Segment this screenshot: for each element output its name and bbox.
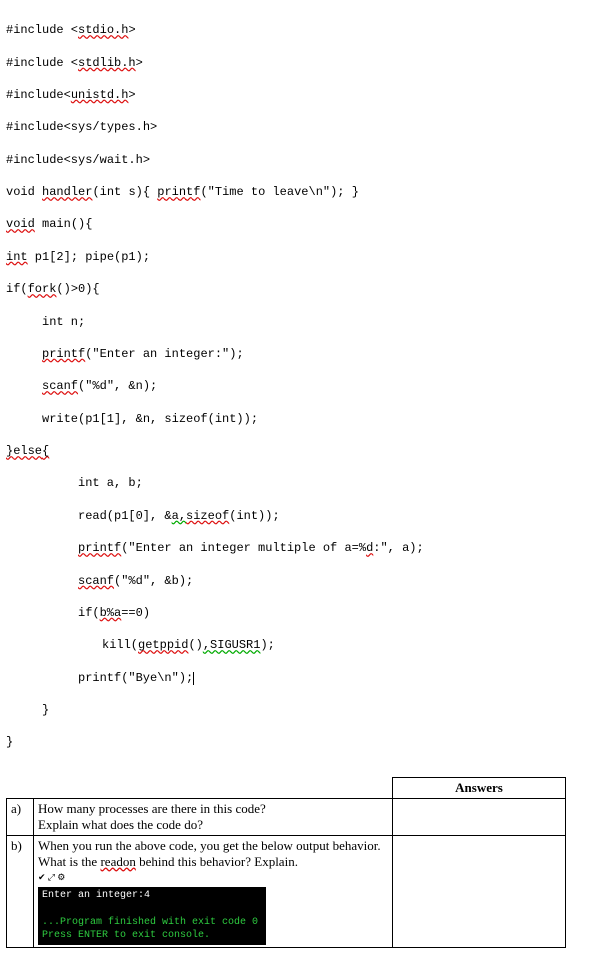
tok: d	[366, 541, 373, 555]
code-line: #include<sys/wait.h>	[6, 152, 590, 168]
code-line: void main(){	[6, 216, 590, 232]
tok: int a, b;	[6, 475, 143, 491]
tok: ("%d", &n);	[78, 379, 157, 393]
code-line: printf("Enter an integer multiple of a=%…	[6, 540, 590, 556]
console-line: ...Program finished with exit code 0	[42, 916, 262, 930]
code-line: #include <stdio.h>	[6, 22, 590, 38]
tok: #include<	[6, 88, 71, 102]
tok: handler	[42, 185, 92, 199]
tok: fork	[28, 282, 57, 296]
answer-cell	[393, 835, 566, 947]
code-line: scanf("%d", &n);	[6, 378, 590, 394]
tok: void	[6, 217, 35, 231]
tok: unistd.h	[71, 88, 129, 102]
tok: #include <	[6, 23, 78, 37]
tok: ("Time to leave\n"); }	[200, 185, 358, 199]
tok: ("Enter an integer multiple of a=%	[121, 541, 366, 555]
tok: int	[6, 250, 28, 264]
text-cursor	[193, 672, 194, 685]
code-line: #include <stdlib.h>	[6, 55, 590, 71]
tok: ("%d", &b);	[114, 574, 193, 588]
text: How many processes are there in this cod…	[38, 801, 266, 816]
tok: {	[42, 444, 49, 458]
tok: }	[6, 735, 13, 749]
qa-table: Answers a) How many processes are there …	[6, 777, 566, 948]
tok: stdio.h	[78, 23, 128, 37]
code-line: int n;	[6, 314, 590, 330]
q-label-b: b)	[7, 835, 34, 947]
code-line: read(p1[0], &a,sizeof(int));	[6, 508, 590, 524]
tok: :", a);	[373, 541, 423, 555]
text: Explain what does the code do?	[38, 817, 203, 832]
tok: b%a	[100, 606, 122, 620]
tok: ==0)	[121, 606, 150, 620]
tok: printf	[42, 347, 85, 361]
code-line: void handler(int s){ printf("Time to lea…	[6, 184, 590, 200]
console-line: Press ENTER to exit console.	[42, 929, 262, 943]
table-row: b) When you run the above code, you get …	[7, 835, 566, 947]
q-label-a: a)	[7, 798, 34, 835]
code-line: if(b%a==0)	[6, 605, 590, 621]
tok: >	[128, 88, 135, 102]
tok: #include<sys/types.h>	[6, 120, 157, 134]
code-line: }	[6, 734, 590, 750]
text: behind this behavior? Explain.	[136, 854, 298, 869]
tok: if(	[78, 606, 100, 620]
tok: ()	[188, 638, 202, 652]
code-line: printf("Bye\n");	[6, 670, 590, 686]
tok: scanf	[42, 379, 78, 393]
code-line: scanf("%d", &b);	[6, 573, 590, 589]
code-line: kill(getppid(),SIGUSR1);	[6, 637, 590, 653]
tok: scanf	[78, 574, 114, 588]
console-line: Enter an integer:4	[42, 889, 262, 903]
tok: read(p1[0], &	[78, 509, 172, 523]
tok: if(	[6, 282, 28, 296]
tok: #include <	[6, 56, 78, 70]
text: readon	[100, 854, 135, 869]
code-line: printf("Enter an integer:");	[6, 346, 590, 362]
tok: );	[260, 638, 274, 652]
tok: ()>0){	[56, 282, 99, 296]
code-line: write(p1[1], &n, sizeof(int));	[6, 411, 590, 427]
code-line: if(fork()>0){	[6, 281, 590, 297]
tok: #include<sys/wait.h>	[6, 153, 150, 167]
tok: main(){	[35, 217, 93, 231]
tok: }	[6, 702, 49, 718]
code-line: #include<sys/types.h>	[6, 119, 590, 135]
tok: >	[136, 56, 143, 70]
code-line: int p1[2]; pipe(p1);	[6, 249, 590, 265]
tok: stdlib.h	[78, 56, 136, 70]
answers-header: Answers	[393, 777, 566, 798]
tok: printf	[78, 541, 121, 555]
tok: >	[128, 23, 135, 37]
tok: a,	[172, 509, 186, 523]
tok: sizeof	[186, 509, 229, 523]
table-row: Answers	[7, 777, 566, 798]
code-line: int a, b;	[6, 475, 590, 491]
console-toolbar: ✔ ⤢ ⚙	[38, 872, 388, 883]
console-output: Enter an integer:4 ...Program finished w…	[38, 887, 266, 945]
q-a-text: How many processes are there in this cod…	[34, 798, 393, 835]
tok: kill(	[102, 638, 138, 652]
tok: write(p1[1], &n, sizeof(int));	[6, 411, 258, 427]
tok: ,SIGUSR1	[203, 638, 261, 652]
tok: getppid	[138, 638, 188, 652]
code-block: #include <stdio.h> #include <stdlib.h> #…	[6, 6, 590, 767]
tok: int n;	[6, 314, 85, 330]
tok: p1[2]; pipe(p1);	[28, 250, 150, 264]
tok: (int));	[229, 509, 279, 523]
code-line: }else{	[6, 443, 590, 459]
tok: (int s){	[92, 185, 157, 199]
answer-cell	[393, 798, 566, 835]
tok: printf("Bye\n");	[78, 671, 193, 685]
q-b-text: When you run the above code, you get the…	[34, 835, 393, 947]
code-line: #include<unistd.h>	[6, 87, 590, 103]
tok: else	[13, 444, 42, 458]
tok: printf	[157, 185, 200, 199]
code-line: }	[6, 702, 590, 718]
tok: ("Enter an integer:");	[85, 347, 243, 361]
tok: void	[6, 185, 42, 199]
table-row: a) How many processes are there in this …	[7, 798, 566, 835]
